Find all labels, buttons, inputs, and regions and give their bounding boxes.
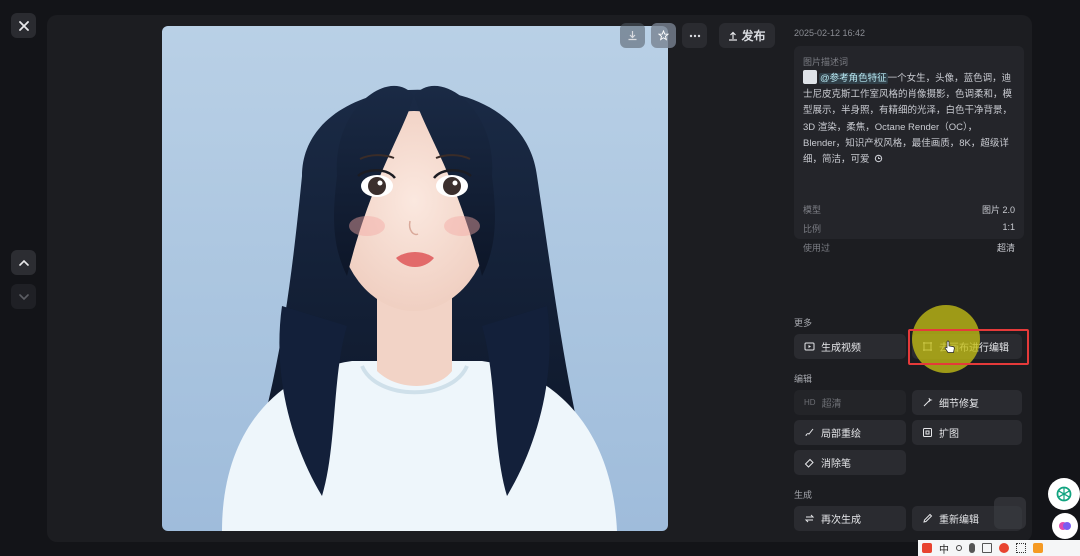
close-button[interactable]	[11, 13, 36, 38]
local-repaint-button[interactable]: 局部重绘	[794, 420, 906, 445]
watermark-logo	[994, 497, 1026, 529]
upscale-hd-button[interactable]: HD 超清	[794, 390, 906, 415]
prompt-text[interactable]: @参考角色特征一个女生，头像，蓝色调，迪士尼皮克斯工作室风格的肖像摄影，色调柔和…	[803, 70, 1018, 168]
openai-icon	[1056, 486, 1072, 502]
meta-row-ratio: 比例 1:1	[803, 222, 1015, 234]
prompt-title: 图片描述词	[803, 57, 849, 67]
copy-icon[interactable]	[874, 154, 883, 163]
ime-language[interactable]: 中	[939, 541, 949, 556]
sogou-icon[interactable]	[922, 543, 932, 553]
microphone-icon[interactable]	[969, 543, 975, 553]
created-timestamp: 2025-02-12 16:42	[794, 28, 866, 38]
eraser-icon	[804, 458, 814, 468]
detail-fix-button[interactable]: 细节修复	[912, 390, 1022, 415]
section-generate: 生成	[794, 490, 813, 500]
star-icon	[658, 30, 669, 41]
toolbox-icon[interactable]	[1033, 543, 1043, 553]
portrait-illustration	[222, 85, 617, 531]
previous-image-button[interactable]	[11, 250, 36, 275]
hand-cursor-icon	[944, 340, 955, 353]
more-icon	[689, 34, 700, 37]
chatgpt-button[interactable]	[1048, 478, 1080, 510]
refresh-icon	[804, 514, 815, 523]
reference-tag[interactable]: @参考角色特征	[819, 73, 888, 84]
reference-image-icon	[803, 70, 817, 84]
annotation-highlight-box	[908, 329, 1029, 365]
system-taskbar: 中	[918, 540, 1080, 556]
keyboard-icon[interactable]	[982, 543, 992, 553]
grid-icon[interactable]	[1016, 543, 1026, 553]
close-icon	[18, 20, 29, 31]
regenerate-button[interactable]: 再次生成	[794, 506, 906, 531]
pencil-icon	[923, 513, 933, 523]
brush-icon	[805, 428, 814, 437]
eraser-button[interactable]: 消除笔	[794, 450, 906, 475]
prompt-description: 一个女生，头像，蓝色调，迪士尼皮克斯工作室风格的肖像摄影，色调柔和，模型展示，半…	[803, 73, 1013, 166]
skin-icon[interactable]	[999, 543, 1009, 553]
assistant-button[interactable]	[1052, 513, 1078, 539]
generate-video-button[interactable]: 生成视频	[794, 334, 906, 359]
expand-icon	[923, 428, 932, 437]
next-image-button[interactable]	[11, 284, 36, 309]
section-more: 更多	[794, 318, 813, 328]
favorite-button[interactable]	[651, 23, 676, 48]
publish-button[interactable]: 发布	[719, 23, 775, 48]
prompt-card: 图片描述词 @参考角色特征一个女生，头像，蓝色调，迪士尼皮克斯工作室风格的肖像摄…	[794, 46, 1024, 253]
download-icon	[628, 31, 637, 41]
meta-row-used: 使用过 超清	[803, 243, 1015, 253]
section-edit: 编辑	[794, 374, 813, 384]
expand-image-button[interactable]: 扩图	[912, 420, 1022, 445]
video-icon	[804, 342, 815, 351]
brain-icon	[1059, 522, 1071, 530]
more-options-button[interactable]	[682, 23, 707, 48]
download-button[interactable]	[620, 23, 645, 48]
meta-row-model: 模型 图片 2.0	[803, 205, 1015, 215]
hd-badge: HD	[804, 398, 816, 407]
publish-label: 发布	[741, 29, 766, 43]
upload-icon	[729, 31, 738, 41]
magic-wand-icon	[923, 397, 933, 407]
punctuation-icon[interactable]	[956, 545, 962, 551]
chevron-down-icon	[18, 293, 29, 300]
chevron-up-icon	[18, 259, 29, 266]
generated-image[interactable]	[162, 26, 668, 531]
app-root: 发布 2025-02-12 16:42 图片描述词 @参考角色特征一个女生，头像…	[0, 0, 1080, 556]
